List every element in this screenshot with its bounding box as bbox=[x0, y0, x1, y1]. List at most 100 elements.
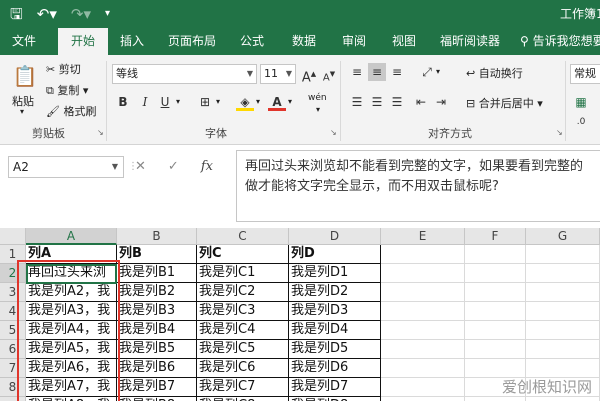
undo-icon[interactable]: ↶▾ bbox=[37, 4, 57, 24]
orientation-dropdown-icon[interactable]: ▾ bbox=[436, 67, 440, 76]
column-header-f[interactable]: F bbox=[465, 228, 526, 245]
cell-c5[interactable]: 我是列C4 bbox=[197, 321, 289, 340]
underline-dropdown-icon[interactable]: ▾ bbox=[176, 97, 180, 106]
fill-color-icon[interactable]: ◈ bbox=[236, 93, 254, 111]
cell-d5[interactable]: 我是列D4 bbox=[289, 321, 381, 340]
tab-insert[interactable]: 插入 bbox=[112, 28, 152, 55]
row-header-1[interactable]: 1 bbox=[0, 245, 26, 264]
cell-f1[interactable] bbox=[465, 245, 526, 264]
increase-indent-icon[interactable]: ⇥ bbox=[432, 93, 450, 111]
cell-e1[interactable] bbox=[381, 245, 465, 264]
orientation-icon[interactable]: ⤢ bbox=[418, 63, 436, 81]
worksheet-grid[interactable]: ABCDEFG 123456789 列A列B列C列D再回过头来浏我是列B1我是列… bbox=[0, 228, 600, 401]
cell-c4[interactable]: 我是列C3 bbox=[197, 302, 289, 321]
tab-review[interactable]: 审阅 bbox=[334, 28, 374, 55]
cell-e5[interactable] bbox=[381, 321, 465, 340]
tab-data[interactable]: 数据 bbox=[284, 28, 324, 55]
paste-icon[interactable]: 📋 bbox=[12, 63, 38, 89]
cell-d1[interactable]: 列D bbox=[289, 245, 381, 264]
align-left-icon[interactable]: ☰ bbox=[348, 93, 366, 111]
cancel-icon[interactable]: ✕ bbox=[135, 159, 146, 174]
cell-e2[interactable] bbox=[381, 264, 465, 283]
cell-a1[interactable]: 列A bbox=[26, 245, 117, 264]
cell-e7[interactable] bbox=[381, 359, 465, 378]
cell-f3[interactable] bbox=[465, 283, 526, 302]
borders-dropdown-icon[interactable]: ▾ bbox=[216, 97, 220, 106]
row-header-9[interactable]: 9 bbox=[0, 397, 26, 401]
row-header-5[interactable]: 5 bbox=[0, 321, 26, 340]
cell-c9[interactable]: 我是列C8 bbox=[197, 397, 289, 401]
cell-b8[interactable]: 我是列B7 bbox=[117, 378, 197, 397]
row-header-8[interactable]: 8 bbox=[0, 378, 26, 397]
underline-button[interactable]: U bbox=[156, 93, 174, 111]
cell-d6[interactable]: 我是列D5 bbox=[289, 340, 381, 359]
cell-e4[interactable] bbox=[381, 302, 465, 321]
font-name-combo[interactable]: 等线 ▼ bbox=[112, 64, 257, 84]
wrap-text-button[interactable]: ↩ 自动换行 bbox=[466, 65, 523, 81]
insert-function-icon[interactable]: fx bbox=[201, 159, 213, 174]
cell-b3[interactable]: 我是列B2 bbox=[117, 283, 197, 302]
column-header-b[interactable]: B bbox=[117, 228, 197, 245]
increase-decimal-icon[interactable]: .0 bbox=[572, 113, 590, 131]
cell-a2[interactable]: 再回过头来浏 bbox=[26, 264, 117, 283]
cell-d3[interactable]: 我是列D2 bbox=[289, 283, 381, 302]
cell-b4[interactable]: 我是列B3 bbox=[117, 302, 197, 321]
currency-icon[interactable]: ▦ bbox=[572, 93, 590, 111]
cell-d8[interactable]: 我是列D7 bbox=[289, 378, 381, 397]
phonetic-dropdown-icon[interactable]: ▾ bbox=[316, 105, 320, 114]
cell-e8[interactable] bbox=[381, 378, 465, 397]
align-top-icon[interactable]: ≡ bbox=[348, 63, 366, 81]
decrease-indent-icon[interactable]: ⇤ bbox=[412, 93, 430, 111]
cell-e6[interactable] bbox=[381, 340, 465, 359]
font-color-icon[interactable]: A bbox=[268, 93, 286, 111]
cell-c8[interactable]: 我是列C7 bbox=[197, 378, 289, 397]
phonetic-guide-icon[interactable]: wén bbox=[308, 93, 327, 103]
decrease-font-icon[interactable]: A▼ bbox=[320, 65, 338, 83]
cell-a3[interactable]: 我是列A2，我 bbox=[26, 283, 117, 302]
italic-button[interactable]: I bbox=[136, 93, 154, 111]
merge-center-button[interactable]: ⊟ 合并后居中 ▾ bbox=[466, 95, 543, 111]
cell-a8[interactable]: 我是列A7，我 bbox=[26, 378, 117, 397]
cell-g6[interactable] bbox=[526, 340, 600, 359]
row-header-4[interactable]: 4 bbox=[0, 302, 26, 321]
row-header-3[interactable]: 3 bbox=[0, 283, 26, 302]
confirm-icon[interactable]: ✓ bbox=[168, 159, 179, 174]
tab-formulas[interactable]: 公式 bbox=[232, 28, 272, 55]
row-header-2[interactable]: 2 bbox=[0, 264, 26, 283]
column-header-d[interactable]: D bbox=[289, 228, 381, 245]
bold-button[interactable]: B bbox=[114, 93, 132, 111]
align-center-icon[interactable]: ☰ bbox=[368, 93, 386, 111]
cell-a6[interactable]: 我是列A5，我 bbox=[26, 340, 117, 359]
cell-g2[interactable] bbox=[526, 264, 600, 283]
cell-b7[interactable]: 我是列B6 bbox=[117, 359, 197, 378]
cell-b6[interactable]: 我是列B5 bbox=[117, 340, 197, 359]
format-painter-button[interactable]: 🖌 格式刷 bbox=[46, 103, 96, 119]
tab-page-layout[interactable]: 页面布局 bbox=[164, 28, 220, 55]
cell-b9[interactable]: 我是列B8 bbox=[117, 397, 197, 401]
cell-e3[interactable] bbox=[381, 283, 465, 302]
redo-icon[interactable]: ↷▾ bbox=[71, 4, 91, 24]
cell-e9[interactable] bbox=[381, 397, 465, 401]
tab-file[interactable]: 文件 bbox=[4, 28, 44, 55]
cell-a7[interactable]: 我是列A6，我 bbox=[26, 359, 117, 378]
clipboard-launcher-icon[interactable]: ↘ bbox=[97, 128, 104, 137]
copy-button[interactable]: ⧉ 复制 ▾ bbox=[46, 82, 88, 98]
font-size-combo[interactable]: 11 ▼ bbox=[260, 64, 296, 84]
cell-g4[interactable] bbox=[526, 302, 600, 321]
align-bottom-icon[interactable]: ≡ bbox=[388, 63, 406, 81]
tell-me-box[interactable]: ⚲ 告诉我您想要做什么 bbox=[520, 28, 600, 55]
cell-c7[interactable]: 我是列C6 bbox=[197, 359, 289, 378]
cell-g9[interactable] bbox=[526, 397, 600, 401]
cell-c1[interactable]: 列C bbox=[197, 245, 289, 264]
column-header-g[interactable]: G bbox=[526, 228, 600, 245]
align-right-icon[interactable]: ☰ bbox=[388, 93, 406, 111]
cell-b1[interactable]: 列B bbox=[117, 245, 197, 264]
borders-icon[interactable]: ⊞ bbox=[196, 93, 214, 111]
cell-d4[interactable]: 我是列D3 bbox=[289, 302, 381, 321]
column-header-a[interactable]: A bbox=[26, 228, 117, 245]
font-launcher-icon[interactable]: ↘ bbox=[330, 128, 337, 137]
cell-g5[interactable] bbox=[526, 321, 600, 340]
tab-view[interactable]: 视图 bbox=[384, 28, 424, 55]
cell-f5[interactable] bbox=[465, 321, 526, 340]
row-header-6[interactable]: 6 bbox=[0, 340, 26, 359]
